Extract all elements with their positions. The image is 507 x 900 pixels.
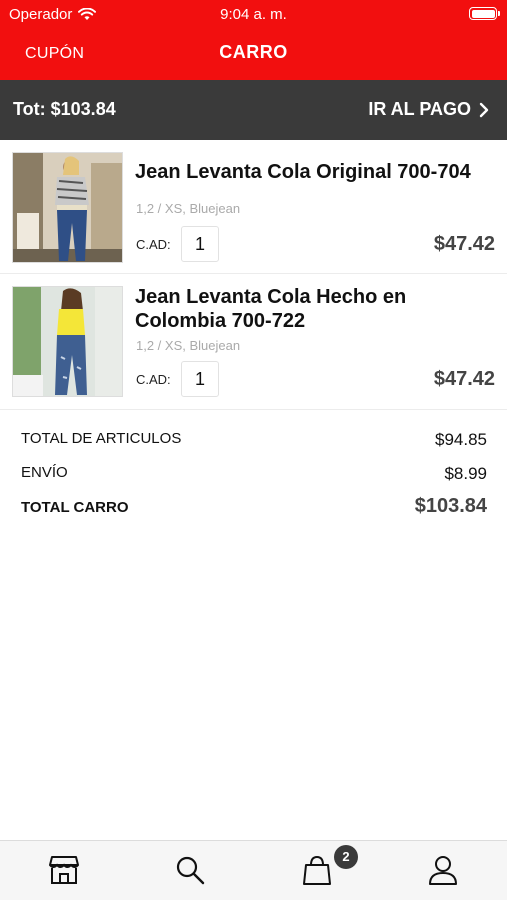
cart-item: Jean Levanta Cola Original 700-704 1,2 /…: [0, 140, 507, 274]
tab-search[interactable]: [173, 853, 207, 887]
tab-account[interactable]: [426, 853, 460, 887]
page-title: CARRO: [219, 42, 288, 62]
checkout-bar: Tot: $103.84 IR AL PAGO: [0, 80, 507, 140]
quantity-input[interactable]: 1: [181, 226, 219, 262]
product-image[interactable]: [12, 286, 123, 397]
shipping-label: ENVÍO: [21, 464, 68, 481]
cart-total-row-value: $103.84: [414, 495, 487, 517]
product-photo-icon: [13, 153, 122, 262]
product-photo-icon: [13, 287, 122, 396]
product-image[interactable]: [12, 152, 123, 263]
tab-store[interactable]: [47, 853, 81, 887]
cart-total-label: Tot: $103.84: [13, 99, 116, 119]
product-variant: 1,2 / XS, Bluejean: [136, 201, 241, 216]
items-total-label: TOTAL DE ARTICULOS: [21, 430, 182, 447]
product-name[interactable]: Jean Levanta Cola Original 700-704: [135, 160, 491, 184]
top-bar: Operador 9:04 a. m. CUPÓN CARRO: [0, 0, 507, 80]
items-total-value: $94.85: [435, 430, 487, 449]
tab-bar: [0, 840, 507, 900]
chevron-right-icon: [479, 102, 489, 117]
user-icon: [429, 856, 457, 885]
product-price: $47.42: [433, 233, 495, 255]
go-to-payment-button[interactable]: IR AL PAGO: [368, 99, 489, 120]
product-price: $47.42: [433, 368, 495, 390]
shipping-value: $8.99: [444, 464, 487, 483]
search-icon: [176, 856, 205, 885]
store-icon: [49, 856, 79, 884]
quantity-label: C.AD:: [136, 237, 171, 252]
tab-cart[interactable]: [300, 853, 334, 887]
status-bar: Operador 9:04 a. m.: [0, 0, 507, 28]
status-time: 9:04 a. m.: [220, 6, 287, 23]
cart-item: Jean Levanta Cola Hecho en Colombia 700-…: [0, 274, 507, 410]
shopping-bag-icon: [303, 855, 331, 885]
product-variant: 1,2 / XS, Bluejean: [136, 338, 241, 353]
cart-total-row-label: TOTAL CARRO: [21, 499, 129, 516]
quantity-label: C.AD:: [136, 372, 171, 387]
cart-count-badge: 2: [334, 845, 358, 869]
product-name[interactable]: Jean Levanta Cola Hecho en Colombia 700-…: [135, 285, 491, 333]
quantity-input[interactable]: 1: [181, 361, 219, 397]
go-to-payment-label: IR AL PAGO: [368, 99, 471, 119]
battery-icon: [469, 7, 500, 20]
